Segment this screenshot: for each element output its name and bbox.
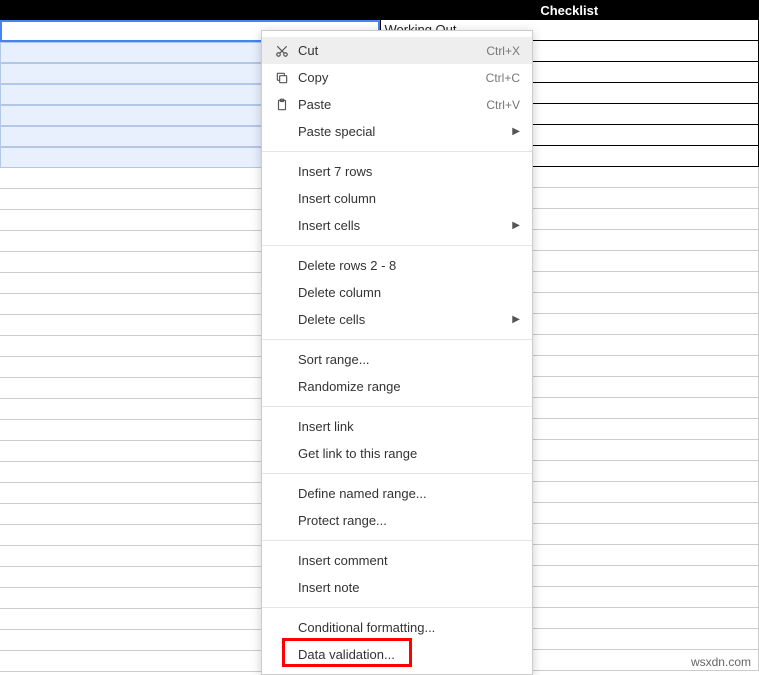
menu-item-insert-7-rows[interactable]: Insert 7 rows: [262, 158, 532, 185]
menu-item-label: Sort range...: [292, 352, 520, 367]
menu-item-label: Define named range...: [292, 486, 520, 501]
menu-item-copy[interactable]: CopyCtrl+C: [262, 64, 532, 91]
paste-icon: [272, 98, 292, 112]
menu-separator: [262, 473, 532, 474]
menu-item-paste[interactable]: PasteCtrl+V: [262, 91, 532, 118]
menu-item-insert-cells[interactable]: Insert cells▶: [262, 212, 532, 239]
menu-separator: [262, 607, 532, 608]
menu-item-label: Insert 7 rows: [292, 164, 520, 179]
header-cell-b[interactable]: Checklist: [380, 0, 759, 20]
menu-item-delete-cells[interactable]: Delete cells▶: [262, 306, 532, 333]
cut-icon: [272, 44, 292, 58]
menu-item-insert-note[interactable]: Insert note: [262, 574, 532, 601]
menu-item-label: Insert note: [292, 580, 520, 595]
menu-item-define-named-range[interactable]: Define named range...: [262, 480, 532, 507]
menu-item-insert-comment[interactable]: Insert comment: [262, 547, 532, 574]
menu-item-paste-special[interactable]: Paste special▶: [262, 118, 532, 145]
menu-separator: [262, 406, 532, 407]
menu-item-insert-link[interactable]: Insert link: [262, 413, 532, 440]
menu-separator: [262, 339, 532, 340]
menu-item-label: Delete cells: [292, 312, 512, 327]
menu-item-protect-range[interactable]: Protect range...: [262, 507, 532, 534]
menu-separator: [262, 151, 532, 152]
menu-separator: [262, 540, 532, 541]
menu-item-cut[interactable]: CutCtrl+X: [262, 37, 532, 64]
menu-item-label: Insert column: [292, 191, 520, 206]
menu-item-data-validation[interactable]: Data validation...: [262, 641, 532, 668]
menu-item-label: Delete column: [292, 285, 520, 300]
menu-item-get-link-to-this-range[interactable]: Get link to this range: [262, 440, 532, 467]
menu-item-label: Randomize range: [292, 379, 520, 394]
menu-item-label: Paste special: [292, 124, 512, 139]
copy-icon: [272, 71, 292, 85]
menu-item-conditional-formatting[interactable]: Conditional formatting...: [262, 614, 532, 641]
menu-separator: [262, 245, 532, 246]
menu-item-label: Copy: [292, 70, 486, 85]
menu-item-label: Get link to this range: [292, 446, 520, 461]
menu-item-label: Insert cells: [292, 218, 512, 233]
menu-item-label: Delete rows 2 - 8: [292, 258, 520, 273]
menu-item-sort-range[interactable]: Sort range...: [262, 346, 532, 373]
chevron-right-icon: ▶: [512, 314, 520, 325]
menu-item-label: Insert link: [292, 419, 520, 434]
menu-item-label: Insert comment: [292, 553, 520, 568]
menu-shortcut: Ctrl+X: [486, 44, 520, 58]
menu-item-delete-rows-2-8[interactable]: Delete rows 2 - 8: [262, 252, 532, 279]
context-menu: CutCtrl+XCopyCtrl+CPasteCtrl+VPaste spec…: [261, 30, 533, 675]
menu-item-insert-column[interactable]: Insert column: [262, 185, 532, 212]
menu-shortcut: Ctrl+C: [486, 71, 520, 85]
menu-item-label: Data validation...: [292, 647, 520, 662]
menu-item-label: Paste: [292, 97, 486, 112]
chevron-right-icon: ▶: [512, 220, 520, 231]
menu-item-delete-column[interactable]: Delete column: [262, 279, 532, 306]
header-cell-a[interactable]: [0, 0, 380, 20]
menu-shortcut: Ctrl+V: [486, 98, 520, 112]
menu-item-label: Conditional formatting...: [292, 620, 520, 635]
menu-item-label: Cut: [292, 43, 486, 58]
watermark: wsxdn.com: [691, 655, 751, 669]
menu-item-label: Protect range...: [292, 513, 520, 528]
chevron-right-icon: ▶: [512, 126, 520, 137]
menu-item-randomize-range[interactable]: Randomize range: [262, 373, 532, 400]
